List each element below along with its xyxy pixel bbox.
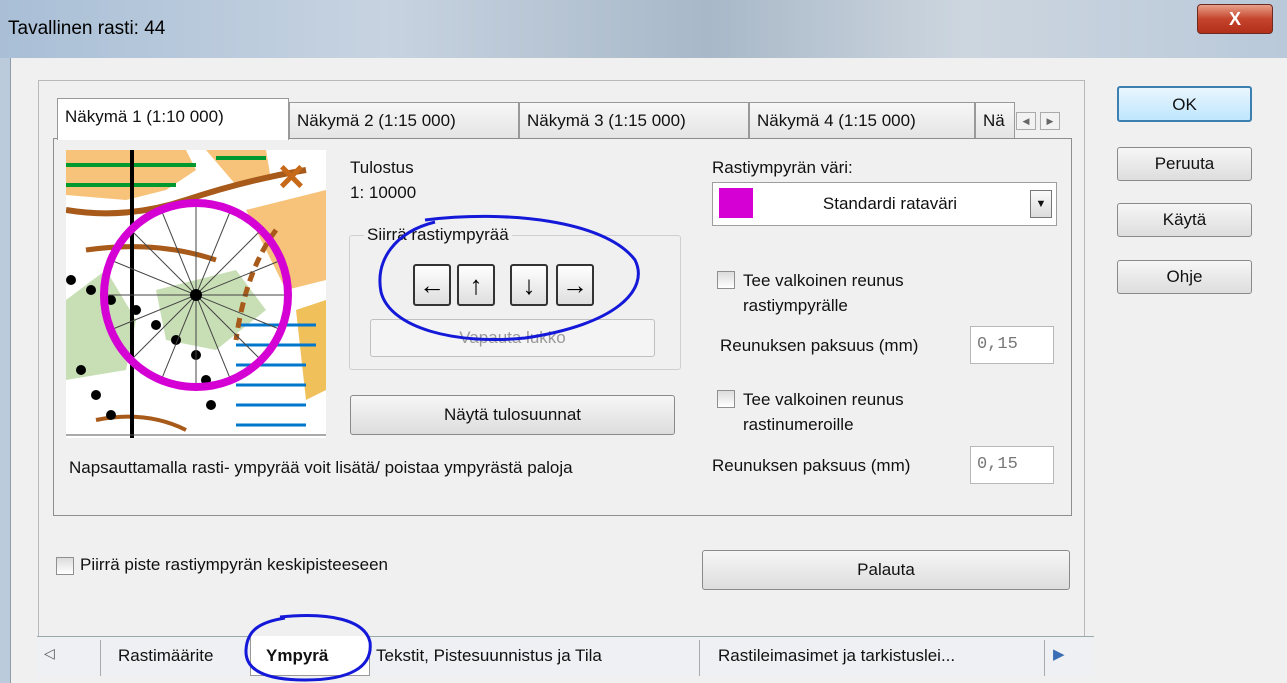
reset-button[interactable]: Palauta [702, 550, 1070, 590]
chevron-down-icon[interactable]: ▼ [1030, 190, 1052, 218]
cancel-button[interactable]: Peruuta [1117, 147, 1252, 181]
map-preview[interactable]: × [66, 150, 326, 438]
draw-center-point-checkbox[interactable] [56, 557, 74, 575]
circle-edge-thickness-input[interactable]: 0,15 [970, 326, 1054, 364]
circle-color-value: Standardi rataväri [822, 194, 958, 213]
window-title: Tavallinen rasti: 44 [8, 18, 166, 39]
tab-view-3[interactable]: Näkymä 3 (1:15 000) [519, 102, 749, 138]
bottom-tab-control-definition[interactable]: Rastimäärite [100, 640, 250, 676]
annotation-circle-tab [244, 614, 372, 682]
title-bar [0, 0, 1287, 58]
bottom-tab-texts[interactable]: Tekstit, Pistesuunnistus ja Tila [370, 640, 700, 676]
white-edge-circle-label-1: Tee valkoinen reunus [743, 271, 904, 290]
hint-text: Napsauttamalla rasti- ympyrää voit lisät… [69, 458, 573, 477]
print-scale: 1: 10000 [350, 183, 417, 202]
tab-view-5[interactable]: Nä [975, 102, 1015, 138]
white-edge-numbers-checkbox[interactable] [717, 390, 735, 408]
scroll-left-icon[interactable]: ◁ [44, 645, 55, 662]
numbers-edge-thickness-input[interactable]: 0,15 [970, 446, 1054, 484]
svg-text:×: × [278, 150, 305, 202]
draw-center-point-label: Piirrä piste rastiympyrän keskipisteesee… [80, 555, 389, 574]
color-swatch [719, 188, 753, 218]
annotation-ellipse-arrows [378, 214, 640, 342]
help-button[interactable]: Ohje [1117, 260, 1252, 294]
tab-view-2[interactable]: Näkymä 2 (1:15 000) [289, 102, 519, 138]
close-button[interactable]: X [1197, 4, 1273, 34]
numbers-edge-thickness-label: Reunuksen paksuus (mm) [712, 456, 911, 475]
white-edge-numbers-label-1: Tee valkoinen reunus [743, 390, 904, 409]
tab-scroll-left-icon[interactable]: ◀ [1016, 112, 1036, 130]
ok-button[interactable]: OK [1117, 86, 1252, 122]
apply-button[interactable]: Käytä [1117, 203, 1252, 237]
scroll-right-icon[interactable]: ▶ [1053, 645, 1065, 663]
print-label: Tulostus [350, 158, 414, 177]
circle-edge-thickness-label: Reunuksen paksuus (mm) [720, 336, 919, 355]
white-edge-circle-checkbox[interactable] [717, 271, 735, 289]
show-print-directions-button[interactable]: Näytä tulosuunnat [350, 395, 675, 435]
white-edge-circle-label-2: rastiympyrälle [743, 296, 848, 315]
white-edge-numbers-label-2: rastinumeroille [743, 415, 854, 434]
tab-scroll-right-icon[interactable]: ▶ [1040, 112, 1060, 130]
tab-view-4[interactable]: Näkymä 4 (1:15 000) [749, 102, 975, 138]
circle-color-label: Rastiympyrän väri: [712, 158, 853, 177]
bottom-tab-punches[interactable]: Rastileimasimet ja tarkistuslei... [700, 640, 1045, 676]
tab-view-1[interactable]: Näkymä 1 (1:10 000) [57, 98, 289, 140]
